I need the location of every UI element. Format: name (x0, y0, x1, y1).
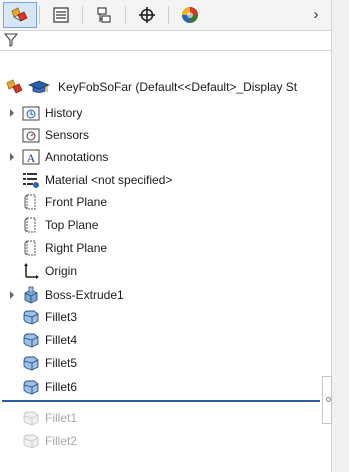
tree-item-label: History (45, 106, 83, 120)
featuremanager-tab[interactable] (3, 2, 37, 28)
handle-grip-icon (326, 397, 331, 402)
tree-item-material[interactable]: Material <not specified> (0, 169, 331, 191)
fillet-icon (22, 354, 40, 372)
origin-icon (22, 262, 40, 280)
tree-item-label: Right Plane (45, 241, 108, 255)
expand-arrow-icon[interactable] (8, 284, 16, 306)
featuremanager-icon (11, 7, 28, 22)
history-folder-icon (22, 104, 40, 122)
tree-item-label: Origin (45, 264, 78, 278)
svg-text:A: A (27, 151, 36, 165)
tree-item-fillet2[interactable]: Fillet2 (0, 430, 331, 452)
manager-tab-bar: › (0, 0, 331, 31)
tree-item-sensors[interactable]: Sensors (0, 124, 331, 146)
fillet-icon (22, 432, 40, 450)
tree-item-label: Material <not specified> (45, 173, 173, 187)
part-icon (6, 78, 24, 96)
tree-item-fillet4[interactable]: Fillet4 (0, 329, 331, 351)
featuremanager-panel: › KeyFobSoFar (Default<<Default>_Display… (0, 0, 331, 472)
displaymanager-icon (182, 7, 198, 23)
sensors-folder-icon (22, 126, 40, 144)
configurationmanager-tab[interactable] (87, 2, 121, 28)
tree-item-label: Top Plane (45, 218, 99, 232)
tree-item-label: Fillet2 (45, 434, 78, 448)
tree-item-label: Sensors (45, 128, 90, 142)
graduation-cap-icon (27, 78, 51, 96)
annotations-icon: A (22, 148, 40, 166)
fillet-icon (22, 308, 40, 326)
tree-item-label: Front Plane (45, 195, 108, 209)
filter-icon[interactable] (4, 33, 18, 47)
plane-icon (22, 193, 40, 211)
dimxpertmanager-tab[interactable] (130, 2, 164, 28)
fillet-icon (22, 409, 40, 427)
tree-item-label: Fillet1 (45, 411, 78, 425)
tree-root-label: KeyFobSoFar (Default<<Default>_Display S… (58, 80, 298, 94)
tree-root-part[interactable]: KeyFobSoFar (Default<<Default>_Display S… (0, 76, 331, 98)
tree-item-label: Annotations (45, 150, 109, 164)
plane-icon (22, 216, 40, 234)
tree-item-label: Boss-Extrude1 (45, 288, 124, 302)
fillet-icon (22, 378, 40, 396)
propertymanager-icon (53, 7, 69, 23)
tree-item-history[interactable]: History (0, 102, 331, 124)
configurationmanager-icon (97, 7, 111, 23)
tree-item-fillet1[interactable]: Fillet1 (0, 407, 331, 429)
plane-icon (22, 239, 40, 257)
expand-arrow-icon[interactable] (8, 102, 16, 124)
boss-extrude-icon (22, 286, 40, 304)
crosshair-icon (139, 7, 155, 23)
expand-arrow-icon[interactable] (8, 146, 16, 168)
rollback-bar[interactable] (2, 400, 320, 402)
tree-item-boss-extrude1[interactable]: Boss-Extrude1 (0, 284, 331, 306)
displaymanager-tab[interactable] (173, 2, 207, 28)
tree-item-label: Fillet6 (45, 380, 78, 394)
panel-splitter-strip (331, 0, 349, 472)
tree-item-top-plane[interactable]: Top Plane (0, 214, 331, 236)
propertymanager-tab[interactable] (44, 2, 78, 28)
tree-item-fillet5[interactable]: Fillet5 (0, 352, 331, 374)
tree-item-front-plane[interactable]: Front Plane (0, 191, 331, 213)
material-icon (22, 171, 40, 189)
tree-item-label: Fillet3 (45, 310, 78, 324)
tree-item-annotations[interactable]: A Annotations (0, 146, 331, 168)
tree-item-label: Fillet4 (45, 333, 78, 347)
fillet-icon (22, 331, 40, 349)
tree-item-fillet3[interactable]: Fillet3 (0, 306, 331, 328)
more-tabs-button[interactable]: › (308, 3, 324, 27)
tree-item-fillet6[interactable]: Fillet6 (0, 376, 331, 398)
tree-item-label: Fillet5 (45, 356, 78, 370)
tree-item-right-plane[interactable]: Right Plane (0, 237, 331, 259)
filter-bar (0, 31, 331, 51)
tree-item-origin[interactable]: Origin (0, 260, 331, 282)
panel-collapse-handle[interactable] (322, 376, 332, 424)
